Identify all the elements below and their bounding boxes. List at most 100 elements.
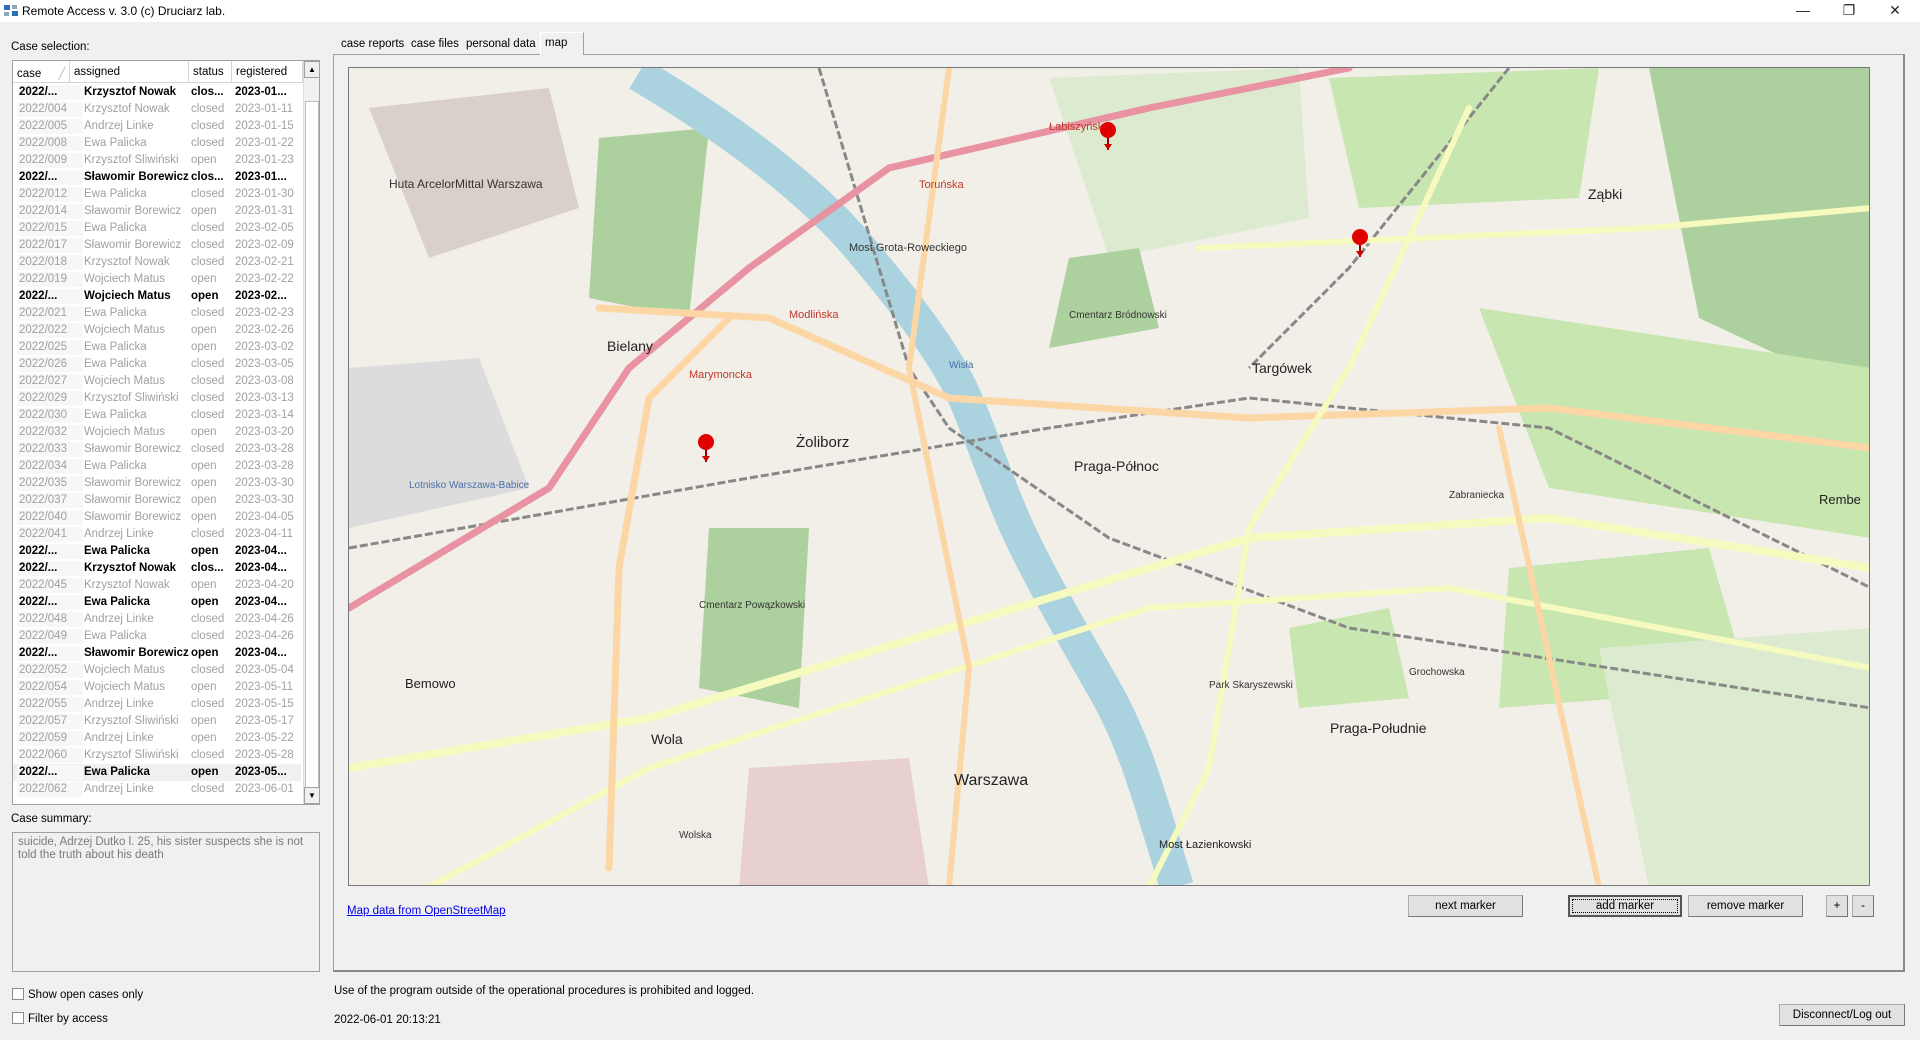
osm-attribution-link[interactable]: Map data from OpenStreetMap	[347, 905, 506, 917]
map-place-label: Wisła	[949, 360, 974, 371]
table-row[interactable]: 2022/012Ewa Palickaclosed2023-01-30	[13, 186, 301, 203]
cell-registered: 2023-04-26	[235, 613, 301, 625]
table-row[interactable]: 2022/018Krzysztof Nowakclosed2023-02-21	[13, 254, 301, 271]
cell-assigned: Ewa Palicka	[84, 460, 202, 472]
map-view[interactable]: ŻoliborzBielanyTargówekPraga-PółnocZąbki…	[348, 67, 1870, 886]
cell-status: closed	[191, 222, 233, 234]
tab-case-files[interactable]: case files	[407, 35, 464, 54]
table-row[interactable]: 2022/...Sławomir Borewiczclos...2023-01.…	[13, 169, 301, 186]
table-row[interactable]: 2022/037Sławomir Borewiczopen2023-03-30	[13, 492, 301, 509]
map-marker-pin-icon[interactable]	[698, 434, 714, 462]
cell-assigned: Ewa Palicka	[84, 409, 202, 421]
cell-case-id: 2022/...	[17, 561, 83, 576]
cell-case-id: 2022/054	[17, 680, 83, 695]
table-row[interactable]: 2022/032Wojciech Matusopen2023-03-20	[13, 424, 301, 441]
table-row[interactable]: 2022/054Wojciech Matusopen2023-05-11	[13, 679, 301, 696]
tab-personal-data[interactable]: personal data	[462, 35, 541, 54]
table-row[interactable]: 2022/027Wojciech Matusclosed2023-03-08	[13, 373, 301, 390]
table-row[interactable]: 2022/052Wojciech Matusclosed2023-05-04	[13, 662, 301, 679]
cell-case-id: 2022/057	[17, 714, 83, 729]
scroll-up-icon[interactable]: ▲	[304, 61, 320, 78]
table-row[interactable]: 2022/060Krzysztof Śliwińskiclosed2023-05…	[13, 747, 301, 764]
next-marker-button[interactable]: next marker	[1408, 895, 1523, 917]
cell-case-id: 2022/005	[17, 119, 83, 134]
table-row[interactable]: 2022/008Ewa Palickaclosed2023-01-22	[13, 135, 301, 152]
cell-assigned: Krzysztof Śliwiński	[84, 154, 202, 166]
table-row[interactable]: 2022/005Andrzej Linkeclosed2023-01-15	[13, 118, 301, 135]
filter-access-checkbox[interactable]	[12, 1012, 24, 1024]
cell-case-id: 2022/037	[17, 493, 83, 508]
cell-status: closed	[191, 528, 233, 540]
disconnect-button[interactable]: Disconnect/Log out	[1779, 1004, 1905, 1026]
cell-assigned: Wojciech Matus	[84, 426, 202, 438]
table-row[interactable]: 2022/048Andrzej Linkeclosed2023-04-26	[13, 611, 301, 628]
cell-registered: 2023-01-22	[235, 137, 301, 149]
map-place-label: Cmentarz Powązkowski	[699, 600, 805, 611]
remove-marker-button[interactable]: remove marker	[1688, 895, 1803, 917]
restore-button[interactable]: ❐	[1826, 0, 1872, 22]
cell-case-id: 2022/060	[17, 748, 83, 763]
table-row[interactable]: 2022/...Wojciech Matusopen2023-02...	[13, 288, 301, 305]
scroll-down-icon[interactable]: ▼	[304, 787, 320, 804]
table-row[interactable]: 2022/014Sławomir Borewiczopen2023-01-31	[13, 203, 301, 220]
table-row[interactable]: 2022/019Wojciech Matusopen2023-02-22	[13, 271, 301, 288]
table-row[interactable]: 2022/...Ewa Palickaopen2023-04...	[13, 543, 301, 560]
close-button[interactable]: ✕	[1872, 0, 1918, 22]
cell-status: closed	[191, 630, 233, 642]
table-row[interactable]: 2022/029Krzysztof Śliwińskiclosed2023-03…	[13, 390, 301, 407]
column-header-case[interactable]: case ╱	[13, 61, 70, 83]
cell-assigned: Andrzej Linke	[84, 698, 202, 710]
table-row[interactable]: 2022/055Andrzej Linkeclosed2023-05-15	[13, 696, 301, 713]
cell-case-id: 2022/012	[17, 187, 83, 202]
map-canvas[interactable]: ŻoliborzBielanyTargówekPraga-PółnocZąbki…	[349, 68, 1870, 886]
cell-registered: 2023-03-05	[235, 358, 301, 370]
table-row[interactable]: 2022/004Krzysztof Nowakclosed2023-01-11	[13, 101, 301, 118]
add-marker-button[interactable]: add marker	[1568, 895, 1682, 917]
map-place-label: Bielany	[607, 338, 653, 354]
map-place-label: Cmentarz Bródnowski	[1069, 310, 1167, 321]
table-row[interactable]: 2022/030Ewa Palickaclosed2023-03-14	[13, 407, 301, 424]
case-summary-textarea[interactable]: suicide, Adrzej Dutko l. 25, his sister …	[12, 832, 320, 972]
cell-status: closed	[191, 256, 233, 268]
table-row[interactable]: 2022/025Ewa Palickaopen2023-03-02	[13, 339, 301, 356]
table-row[interactable]: 2022/035Sławomir Borewiczopen2023-03-30	[13, 475, 301, 492]
cell-registered: 2023-01-11	[235, 103, 301, 115]
table-row[interactable]: 2022/009Krzysztof Śliwińskiopen2023-01-2…	[13, 152, 301, 169]
table-row[interactable]: 2022/...Ewa Palickaopen2023-04...	[13, 594, 301, 611]
table-row[interactable]: 2022/057Krzysztof Śliwińskiopen2023-05-1…	[13, 713, 301, 730]
table-row[interactable]: 2022/041Andrzej Linkeclosed2023-04-11	[13, 526, 301, 543]
column-header-registered[interactable]: registered	[232, 61, 303, 83]
scroll-thumb[interactable]	[305, 101, 319, 801]
cell-case-id: 2022/032	[17, 425, 83, 440]
zoom-out-button[interactable]: -	[1852, 895, 1874, 917]
table-row[interactable]: 2022/017Sławomir Borewiczclosed2023-02-0…	[13, 237, 301, 254]
table-row[interactable]: 2022/...Ewa Palickaopen2023-05...	[13, 764, 301, 781]
list-scrollbar[interactable]: ▲ ▼	[303, 61, 320, 804]
table-row[interactable]: 2022/033Sławomir Borewiczclosed2023-03-2…	[13, 441, 301, 458]
table-row[interactable]: 2022/062Andrzej Linkeclosed2023-06-01	[13, 781, 301, 798]
cell-registered: 2023-04...	[235, 596, 301, 608]
table-row[interactable]: 2022/034Ewa Palickaopen2023-03-28	[13, 458, 301, 475]
table-row[interactable]: 2022/045Krzysztof Nowakopen2023-04-20	[13, 577, 301, 594]
table-row[interactable]: 2022/021Ewa Palickaclosed2023-02-23	[13, 305, 301, 322]
table-row[interactable]: 2022/026Ewa Palickaclosed2023-03-05	[13, 356, 301, 373]
map-place-label: Grochowska	[1409, 667, 1465, 678]
cell-case-id: 2022/027	[17, 374, 83, 389]
column-header-status[interactable]: status	[189, 61, 232, 83]
zoom-in-button[interactable]: +	[1826, 895, 1848, 917]
table-row[interactable]: 2022/049Ewa Palickaclosed2023-04-26	[13, 628, 301, 645]
show-open-checkbox[interactable]	[12, 988, 24, 1000]
column-header-assigned[interactable]: assigned	[70, 61, 189, 83]
table-row[interactable]: 2022/059Andrzej Linkeopen2023-05-22	[13, 730, 301, 747]
table-row[interactable]: 2022/022Wojciech Matusopen2023-02-26	[13, 322, 301, 339]
table-row[interactable]: 2022/...Krzysztof Nowakclos...2023-04...	[13, 560, 301, 577]
table-row[interactable]: 2022/040Sławomir Borewiczopen2023-04-05	[13, 509, 301, 526]
tab-map[interactable]: map	[540, 32, 584, 55]
table-row[interactable]: 2022/...Sławomir Borewiczopen2023-04...	[13, 645, 301, 662]
case-list[interactable]: case ╱ assigned status registered 2022/.…	[12, 60, 320, 805]
minimize-button[interactable]: —	[1780, 0, 1826, 22]
table-row[interactable]: 2022/...Krzysztof Nowakclos...2023-01...	[13, 84, 301, 101]
map-place-label: Modlińska	[789, 309, 839, 321]
table-row[interactable]: 2022/015Ewa Palickaclosed2023-02-05	[13, 220, 301, 237]
tab-case-reports[interactable]: case reports	[337, 35, 409, 54]
